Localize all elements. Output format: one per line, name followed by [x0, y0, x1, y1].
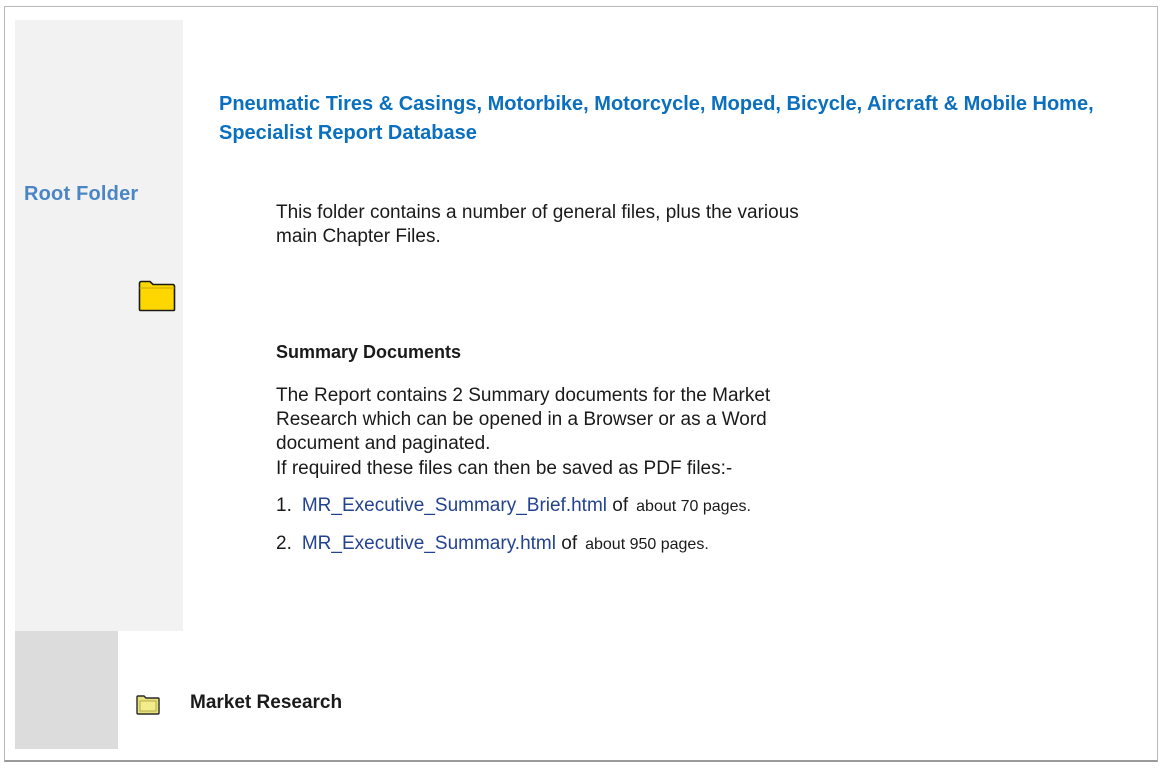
- list-of-label: of: [561, 533, 578, 554]
- list-item: 1. MR_Executive_Summary_Brief.html of abou…: [276, 495, 751, 517]
- summary-description: The Report contains 2 Summary documents …: [276, 385, 771, 454]
- root-folder-label: Root Folder: [24, 183, 139, 205]
- sidebar-bottom-panel: [15, 631, 118, 749]
- market-research-folder-link[interactable]: Market Research: [190, 692, 342, 714]
- executive-summary-link[interactable]: MR_Executive_Summary.html: [302, 533, 556, 554]
- executive-summary-brief-link[interactable]: MR_Executive_Summary_Brief.html: [302, 495, 607, 516]
- summary-heading: Summary Documents: [276, 342, 462, 362]
- intro-text: This folder contains a number of general…: [276, 202, 799, 247]
- pdf-note: If required these files can then be save…: [276, 458, 733, 479]
- list-of-label: of: [612, 495, 629, 516]
- list-item: 2. MR_Executive_Summary.html of about 950 …: [276, 533, 709, 555]
- list-number: 2.: [276, 533, 292, 554]
- sidebar: [15, 20, 183, 631]
- folder-icon[interactable]: [136, 695, 160, 715]
- page-count: about 950 pages.: [585, 536, 709, 553]
- folder-icon: [138, 280, 176, 312]
- page-title: Pneumatic Tires & Casings, Motorbike, Mo…: [219, 93, 1094, 144]
- page-count: about 70 pages.: [636, 498, 751, 515]
- list-number: 1.: [276, 495, 292, 516]
